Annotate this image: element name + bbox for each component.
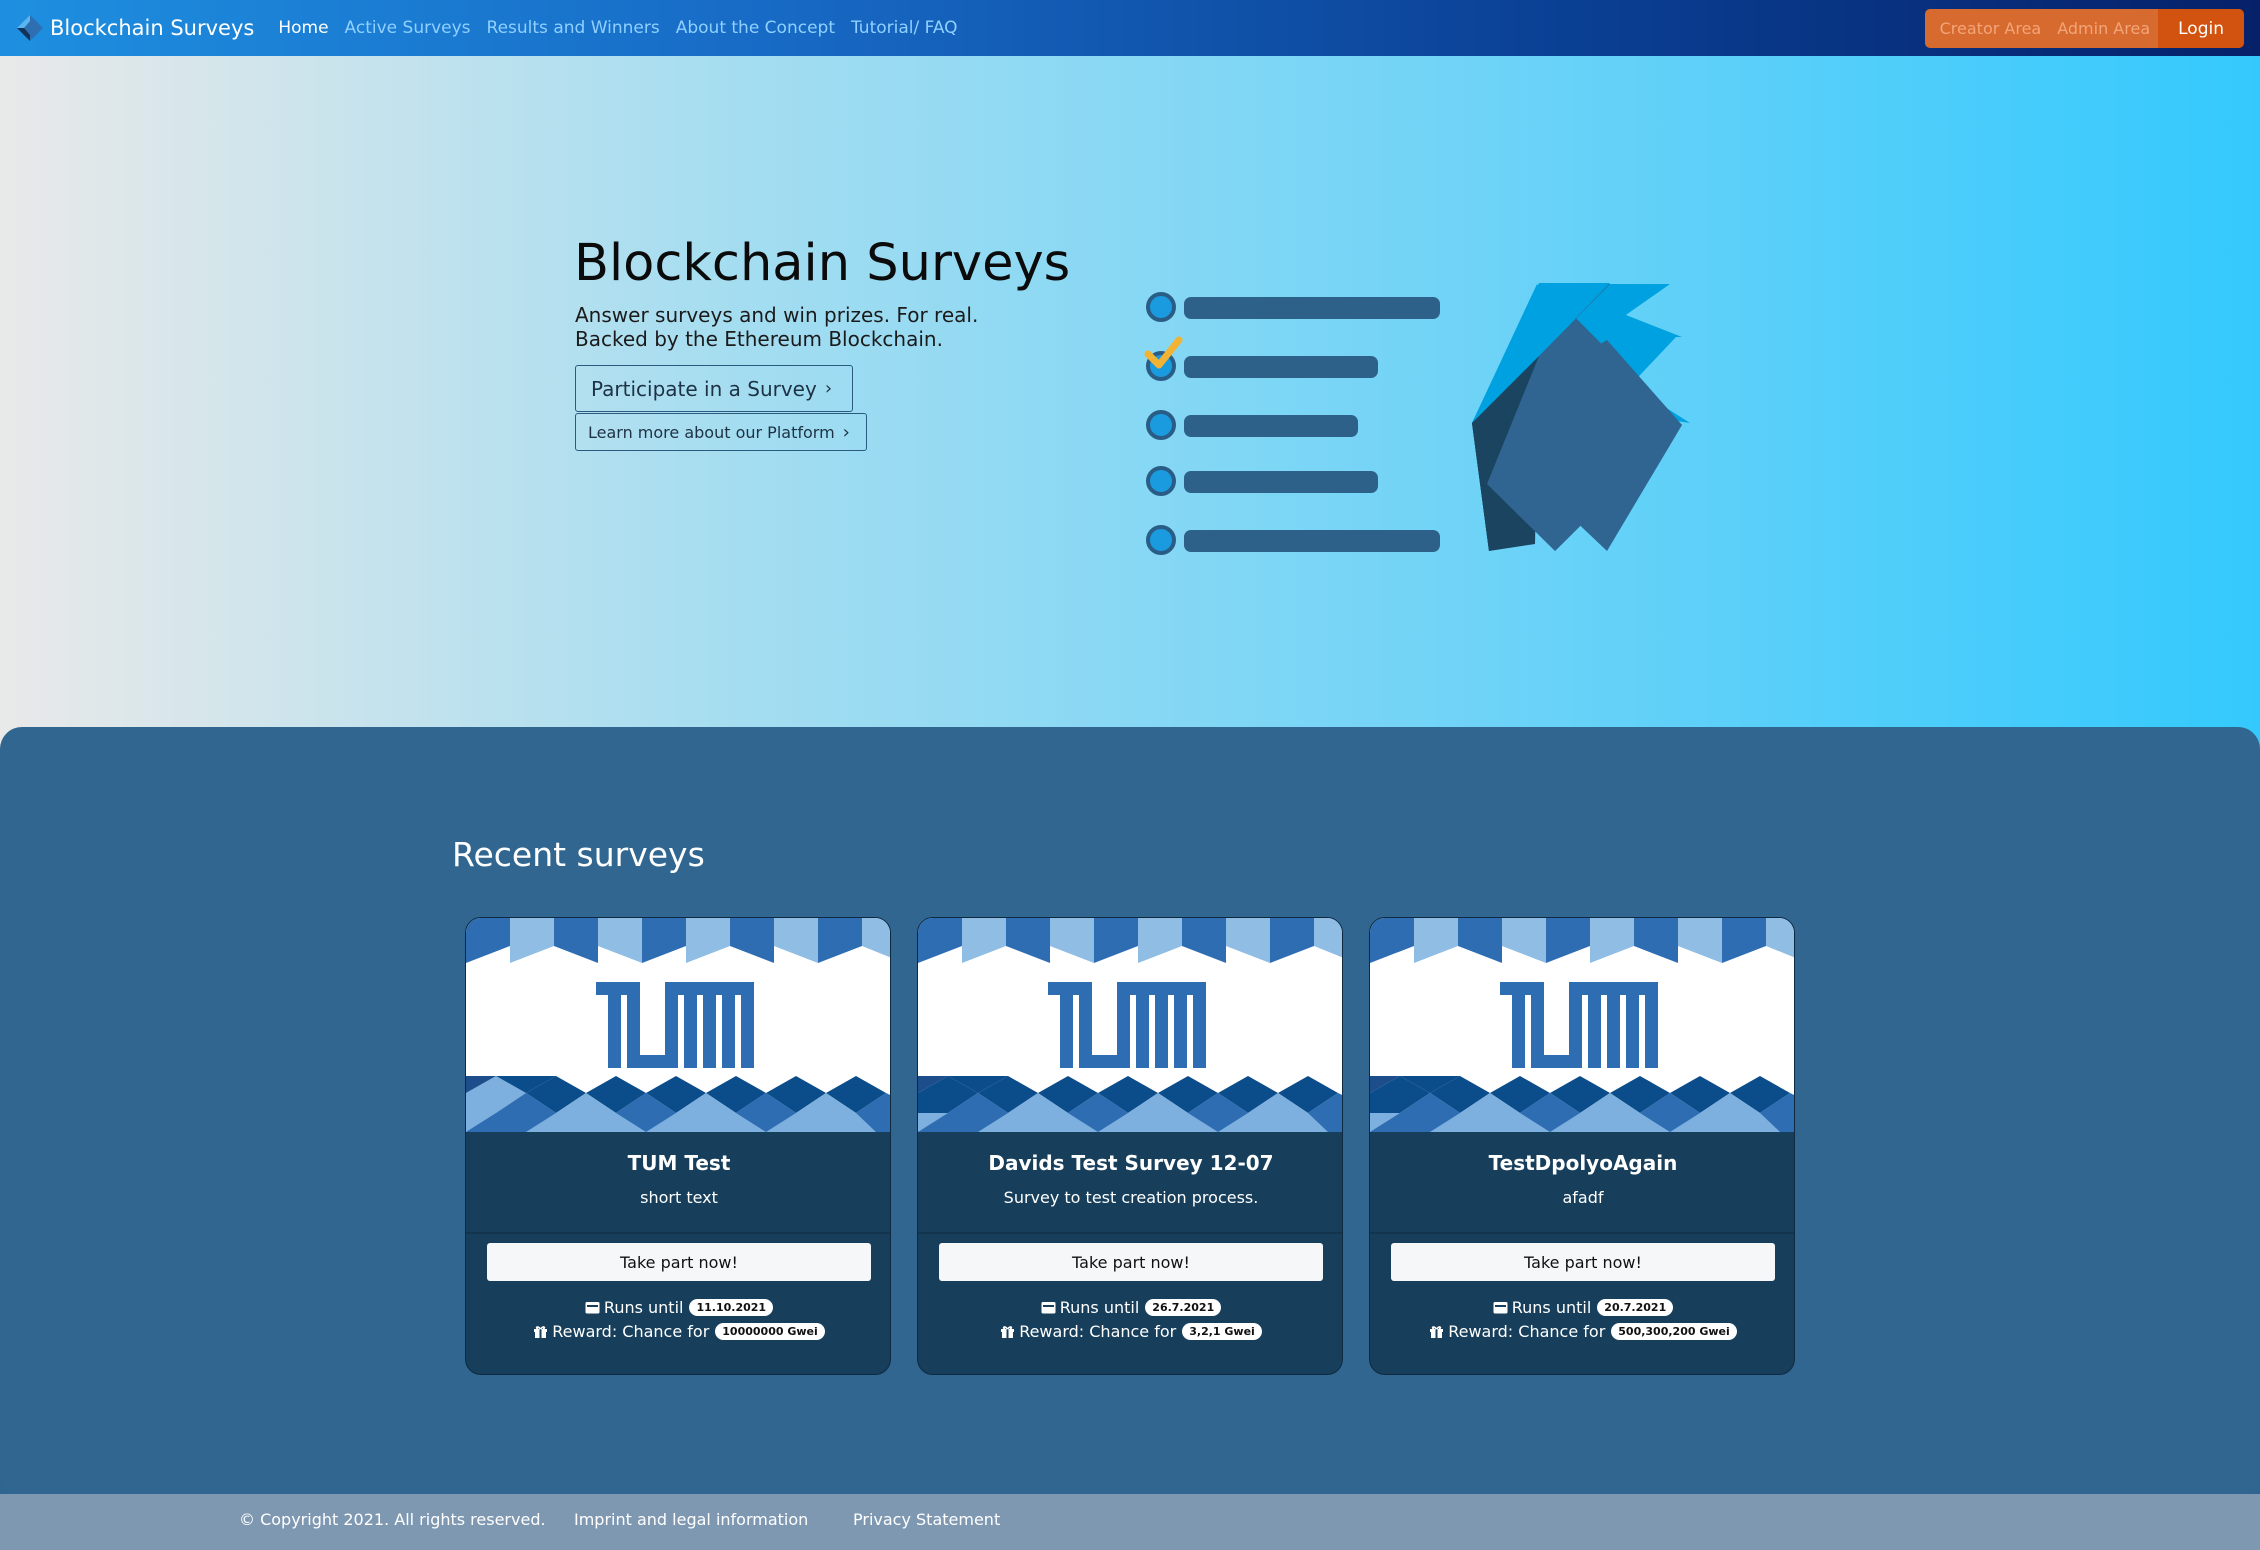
- end-date-badge: 20.7.2021: [1597, 1299, 1674, 1316]
- gift-icon: [1430, 1326, 1444, 1338]
- tum-logo-banner: [466, 918, 890, 1132]
- reward-label: Reward: Chance for: [1448, 1322, 1606, 1341]
- tum-logo-banner: [918, 918, 1342, 1132]
- card-description: short text: [640, 1188, 718, 1207]
- hero-title: Blockchain Surveys: [574, 234, 1071, 293]
- card-divider: [1370, 1232, 1794, 1234]
- runs-label: Runs until: [603, 1298, 684, 1317]
- chevron-right-icon: ›: [842, 421, 850, 443]
- top-navbar: Blockchain Surveys Home Active Surveys R…: [0, 0, 2260, 56]
- gift-icon: [1001, 1326, 1015, 1338]
- end-date-badge: 26.7.2021: [1145, 1299, 1222, 1316]
- creator-area-link[interactable]: Creator Area: [1924, 9, 2050, 48]
- hero-section: Blockchain Surveys Answer surveys and wi…: [0, 56, 2260, 756]
- reward-label: Reward: Chance for: [1019, 1322, 1177, 1341]
- block-cube-graphic: [1472, 283, 1690, 551]
- runs-label: Runs until: [1059, 1298, 1140, 1317]
- end-date-badge: 11.10.2021: [689, 1299, 774, 1316]
- card-reward: Reward: Chance for 500,300,200 Gwei: [1370, 1322, 1794, 1341]
- tum-logo-banner: [1370, 918, 1794, 1132]
- card-reward: Reward: Chance for 3,2,1 Gwei: [918, 1322, 1342, 1341]
- recent-surveys-section: Recent surveys TUM Test short text Take …: [0, 727, 2260, 1494]
- footer: © Copyright 2021. All rights reserved. I…: [0, 1494, 2260, 1550]
- imprint-link[interactable]: Imprint and legal information: [574, 1510, 808, 1529]
- calendar-icon: [585, 1302, 600, 1314]
- gift-icon: [534, 1326, 548, 1338]
- section-title: Recent surveys: [452, 835, 705, 874]
- nav-tutorial-faq[interactable]: Tutorial/ FAQ: [851, 18, 958, 38]
- card-divider: [466, 1232, 890, 1234]
- calendar-icon: [1041, 1302, 1056, 1314]
- card-reward: Reward: Chance for 10000000 Gwei: [466, 1322, 890, 1341]
- card-divider: [918, 1232, 1342, 1234]
- card-description: Survey to test creation process.: [1003, 1188, 1259, 1207]
- card-title: TestDpolyoAgain: [1488, 1151, 1678, 1175]
- runs-label: Runs until: [1511, 1298, 1592, 1317]
- survey-card: Davids Test Survey 12-07 Survey to test …: [917, 917, 1343, 1375]
- learn-more-button[interactable]: Learn more about our Platform ›: [575, 413, 867, 451]
- nav-about-the-concept[interactable]: About the Concept: [676, 18, 835, 38]
- take-part-button[interactable]: Take part now!: [487, 1243, 871, 1281]
- copyright-text: © Copyright 2021. All rights reserved.: [239, 1510, 546, 1529]
- card-title: TUM Test: [627, 1151, 731, 1175]
- card-title: Davids Test Survey 12-07: [988, 1151, 1274, 1175]
- take-part-button[interactable]: Take part now!: [939, 1243, 1323, 1281]
- survey-card: TestDpolyoAgain afadf Take part now! Run…: [1369, 917, 1795, 1375]
- login-button[interactable]: Login: [2158, 9, 2244, 48]
- brand-link[interactable]: Blockchain Surveys: [16, 14, 254, 42]
- nav-results-and-winners[interactable]: Results and Winners: [487, 18, 660, 38]
- card-runs-until: Runs until 20.7.2021: [1370, 1298, 1794, 1317]
- nav-active-surveys[interactable]: Active Surveys: [345, 18, 471, 38]
- reward-label: Reward: Chance for: [552, 1322, 710, 1341]
- chevron-right-icon: ›: [824, 378, 833, 399]
- survey-card: TUM Test short text Take part now! Runs …: [465, 917, 891, 1375]
- card-runs-until: Runs until 11.10.2021: [466, 1298, 890, 1317]
- survey-blockchain-illustration: [1144, 283, 1690, 555]
- calendar-icon: [1493, 1302, 1508, 1314]
- admin-area-link[interactable]: Admin Area: [2049, 9, 2159, 48]
- logo-icon: [17, 15, 43, 41]
- card-runs-until: Runs until 26.7.2021: [918, 1298, 1342, 1317]
- hero-subtitle-line-1: Answer surveys and win prizes. For real.: [575, 303, 979, 327]
- card-description: afadf: [1562, 1188, 1604, 1207]
- take-part-button[interactable]: Take part now!: [1391, 1243, 1775, 1281]
- reward-badge: 10000000 Gwei: [715, 1323, 825, 1340]
- main-nav: Home Active Surveys Results and Winners …: [278, 18, 973, 38]
- checklist-graphic: [1144, 292, 1440, 555]
- reward-badge: 3,2,1 Gwei: [1182, 1323, 1262, 1340]
- hero-subtitle: Answer surveys and win prizes. For real.…: [575, 303, 1045, 351]
- learn-more-button-label: Learn more about our Platform: [588, 422, 835, 442]
- participate-button[interactable]: Participate in a Survey ›: [575, 365, 853, 412]
- participate-button-label: Participate in a Survey: [591, 376, 817, 401]
- privacy-link[interactable]: Privacy Statement: [853, 1510, 1000, 1529]
- account-nav: Creator Area Admin Area Login: [1924, 9, 2244, 48]
- reward-badge: 500,300,200 Gwei: [1611, 1323, 1737, 1340]
- hero-subtitle-line-2: Backed by the Ethereum Blockchain.: [575, 327, 943, 351]
- brand-name: Blockchain Surveys: [50, 16, 255, 40]
- nav-home[interactable]: Home: [278, 18, 328, 38]
